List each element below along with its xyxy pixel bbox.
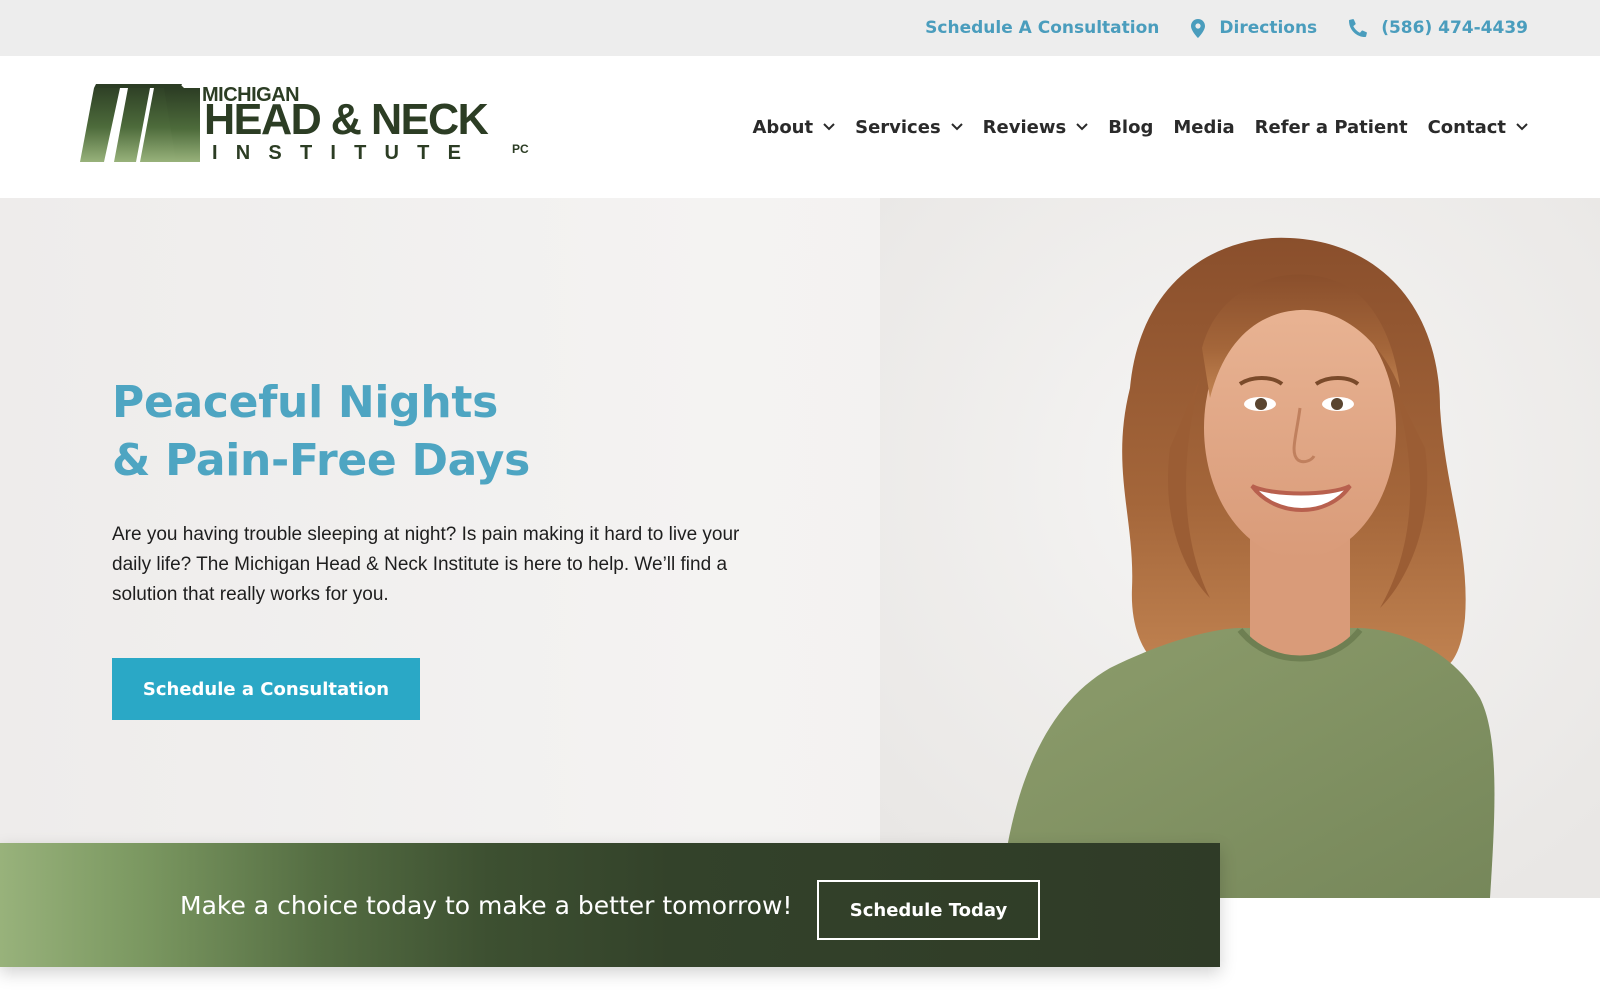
phone-link[interactable]: (586) 474-4439 <box>1349 18 1528 38</box>
nav-item-reviews[interactable]: Reviews <box>983 117 1089 138</box>
cta-band: Make a choice today to make a better tom… <box>0 843 1220 967</box>
chevron-down-icon <box>823 123 835 131</box>
directions-label: Directions <box>1219 18 1318 38</box>
map-pin-icon <box>1191 18 1206 38</box>
site-header: MICHIGAN HEAD & NECK INSTITUTE PC About … <box>0 56 1600 198</box>
logo-suffix: PC <box>512 142 529 156</box>
phone-label: (586) 474-4439 <box>1381 18 1528 38</box>
hero-description: Are you having trouble sleeping at night… <box>112 524 740 605</box>
chevron-down-icon <box>950 123 963 131</box>
nav-item-label: Media <box>1173 116 1235 138</box>
nav-item-label: Blog <box>1108 116 1154 138</box>
nav-item-about[interactable]: About <box>753 117 836 138</box>
nav-item-blog[interactable]: Blog <box>1108 117 1153 138</box>
nav-item-label: Reviews <box>982 116 1067 138</box>
hero-title: Peaceful Nights & Pain-Free Days <box>112 374 752 490</box>
nav-item-media[interactable]: Media <box>1173 117 1234 138</box>
phone-icon <box>1349 19 1368 37</box>
hero-portrait-image <box>880 198 1600 898</box>
schedule-today-button[interactable]: Schedule Today <box>817 880 1040 940</box>
logo-main-text: HEAD & NECK <box>204 95 489 144</box>
directions-link[interactable]: Directions <box>1191 18 1317 38</box>
chevron-down-icon <box>1076 123 1088 131</box>
schedule-consultation-link[interactable]: Schedule A Consultation <box>925 18 1159 38</box>
nav-item-services[interactable]: Services <box>855 117 963 138</box>
chevron-down-icon <box>1516 123 1528 131</box>
hero-title-line-1: Peaceful Nights <box>112 377 499 428</box>
schedule-consultation-label: Schedule A Consultation <box>925 18 1160 38</box>
nav-item-contact[interactable]: Contact <box>1428 117 1528 138</box>
hero-section: Peaceful Nights & Pain-Free Days Are you… <box>0 198 1600 898</box>
site-logo[interactable]: MICHIGAN HEAD & NECK INSTITUTE PC <box>80 84 540 174</box>
utility-bar: Schedule A Consultation Directions (586)… <box>0 0 1600 56</box>
nav-item-label: Services <box>855 116 941 138</box>
schedule-consultation-button[interactable]: Schedule a Consultation <box>112 658 420 720</box>
nav-item-refer-a-patient[interactable]: Refer a Patient <box>1255 117 1408 138</box>
nav-item-label: Contact <box>1427 116 1506 138</box>
cta-band-text: Make a choice today to make a better tom… <box>180 890 793 920</box>
utility-links: Schedule A Consultation Directions (586)… <box>925 0 1528 56</box>
logo-sub-text: INSTITUTE <box>212 142 480 164</box>
logo-mark-icon <box>80 84 200 162</box>
hero-title-line-2: & Pain-Free Days <box>112 435 530 486</box>
main-nav: About Services Reviews Blog Media Refer … <box>753 56 1529 198</box>
nav-item-label: About <box>752 116 814 138</box>
nav-item-label: Refer a Patient <box>1254 116 1408 138</box>
